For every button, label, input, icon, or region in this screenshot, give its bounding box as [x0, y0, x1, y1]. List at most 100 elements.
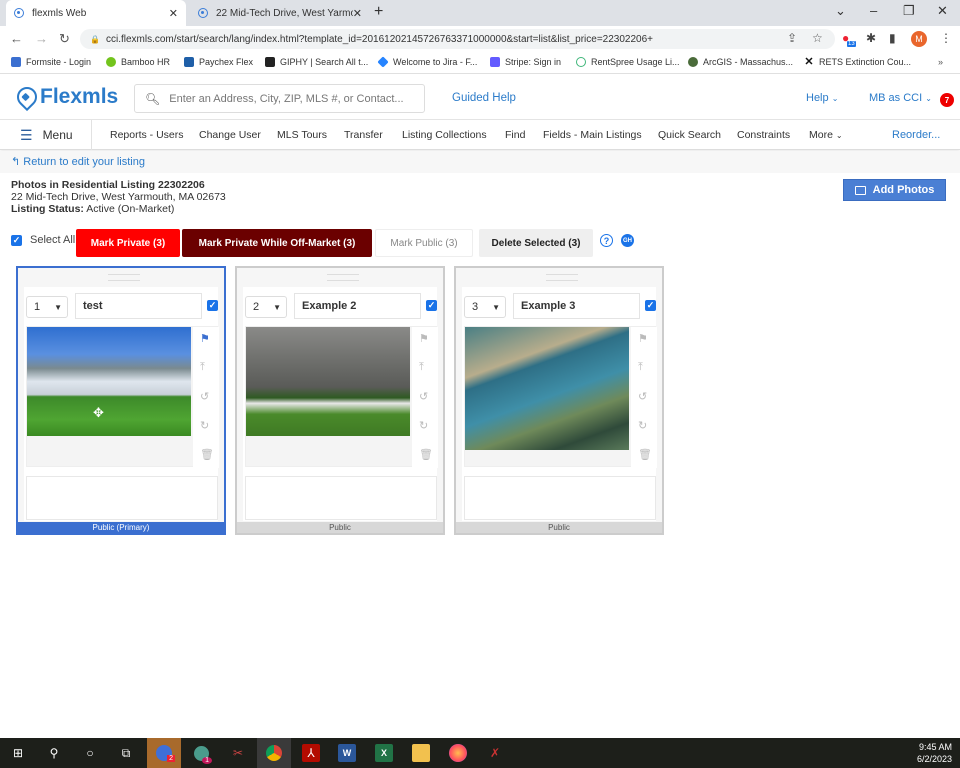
nav-fields-main-listings[interactable]: Fields - Main Listings	[543, 129, 642, 141]
upload-icon[interactable]: ⤒	[419, 361, 424, 374]
drag-handle-icon[interactable]	[327, 274, 359, 281]
flag-primary-icon[interactable]: ⚑	[200, 332, 210, 345]
user-dropdown[interactable]: MB as CCI ⌄	[869, 92, 932, 104]
new-tab-button[interactable]: +	[374, 3, 383, 21]
listing-photo[interactable]	[246, 327, 410, 436]
browser-tab-listing[interactable]: 22 Mid-Tech Drive, West Yarmouth ✕	[190, 0, 370, 26]
select-all[interactable]: ✓ Select All	[11, 234, 75, 246]
minimize-icon[interactable]: –	[870, 3, 877, 18]
rotate-left-icon[interactable]: ↺	[638, 390, 647, 403]
photo-caption-input[interactable]: Example 2	[294, 293, 421, 319]
bookmark-bamboo[interactable]: Bamboo HR	[106, 57, 170, 67]
share-icon[interactable]: ⇪	[787, 31, 797, 45]
flexmls-logo[interactable]: Flexmls	[12, 82, 118, 112]
photo-card[interactable]: 2 ▼ Example 2 ✓ ⚑ ⤒ ↺ ↻ 🗑︎ Public	[235, 266, 445, 535]
notification-badge[interactable]: 7	[940, 93, 954, 107]
task-view-icon[interactable]: ⧉	[117, 744, 135, 762]
photo-select-checkbox[interactable]: ✓	[426, 300, 437, 311]
nav-quick-search[interactable]: Quick Search	[658, 129, 721, 141]
word-icon[interactable]: W	[338, 744, 356, 762]
excel-icon[interactable]: X	[375, 744, 393, 762]
restore-icon[interactable]: ❐	[903, 3, 915, 19]
taskbar-teams[interactable]: 2	[147, 738, 181, 768]
taskbar-slack[interactable]: 1	[192, 744, 212, 764]
close-tab-icon[interactable]: ✕	[353, 7, 362, 20]
trash-icon[interactable]: 🗑︎	[638, 448, 652, 461]
rotate-left-icon[interactable]: ↺	[419, 390, 428, 403]
browser-menu-icon[interactable]: ⋮	[940, 31, 952, 45]
bookmark-rets[interactable]: ✕ RETS Extinction Cou...	[804, 57, 911, 68]
photo-order-select[interactable]: 3 ▼	[464, 296, 506, 318]
nav-more[interactable]: More ⌄	[809, 129, 843, 141]
trash-icon[interactable]: 🗑︎	[419, 448, 433, 461]
flag-primary-icon[interactable]: ⚑	[638, 332, 648, 345]
photo-description-textarea[interactable]	[245, 476, 437, 520]
help-circle-icon[interactable]: ?	[600, 234, 613, 247]
reorder-link[interactable]: Reorder...	[892, 129, 940, 141]
extensions-puzzle-icon[interactable]: ✱	[866, 31, 876, 45]
side-panel-icon[interactable]: ▮	[889, 31, 896, 45]
gh-avatar-badge[interactable]: GH	[621, 234, 634, 247]
profile-avatar[interactable]: M	[911, 31, 927, 47]
nav-constraints[interactable]: Constraints	[737, 129, 790, 141]
reload-icon[interactable]: ↻	[59, 31, 70, 47]
forward-icon[interactable]: →	[35, 31, 48, 46]
global-search-input[interactable]: 🔍︎ Enter an Address, City, ZIP, MLS #, o…	[134, 84, 425, 113]
rotate-right-icon[interactable]: ↻	[419, 419, 428, 432]
bookmark-giphy[interactable]: GIPHY | Search All t...	[265, 57, 368, 67]
more-bookmarks-button[interactable]: »	[938, 57, 943, 67]
nav-change-user[interactable]: Change User	[199, 129, 261, 141]
taskbar-search-icon[interactable]: ⚲	[45, 744, 63, 762]
bookmark-arcgis[interactable]: ArcGIS - Massachus...	[688, 57, 793, 67]
remote-app-icon[interactable]: ✗	[486, 744, 504, 762]
photo-card[interactable]: 3 ▼ Example 3 ✓ ⚑ ⤒ ↺ ↻ 🗑︎ Public	[454, 266, 664, 535]
tab-search-chevron-icon[interactable]: ⌄	[835, 3, 846, 19]
menu-button[interactable]: ☰ Menu	[0, 120, 92, 150]
mark-private-off-market-button[interactable]: Mark Private While Off-Market (3)	[182, 229, 372, 257]
address-bar[interactable]: 🔒 cci.flexmls.com/start/search/lang/inde…	[80, 29, 835, 49]
upload-icon[interactable]: ⤒	[200, 361, 205, 374]
nav-reports-users[interactable]: Reports - Users	[110, 129, 184, 141]
browser-tab-flexmls[interactable]: flexmls Web ✕	[6, 0, 186, 26]
photo-order-select[interactable]: 1 ▼	[26, 296, 68, 318]
help-dropdown[interactable]: Help ⌄	[806, 92, 838, 104]
drag-handle-icon[interactable]	[546, 274, 578, 281]
close-tab-icon[interactable]: ✕	[169, 7, 178, 20]
firefox-icon[interactable]	[449, 744, 467, 762]
nav-mls-tours[interactable]: MLS Tours	[277, 129, 327, 141]
windows-start-icon[interactable]: ⊞	[9, 744, 27, 762]
bookmark-paychex[interactable]: Paychex Flex	[184, 57, 253, 67]
bookmark-jira[interactable]: Welcome to Jira - F...	[377, 56, 477, 68]
flag-primary-icon[interactable]: ⚑	[419, 332, 429, 345]
trash-icon[interactable]: 🗑︎	[200, 448, 214, 461]
bookmark-formsite[interactable]: Formsite - Login	[11, 57, 91, 67]
close-window-icon[interactable]: ✕	[937, 3, 948, 19]
rotate-right-icon[interactable]: ↻	[638, 419, 647, 432]
acrobat-icon[interactable]: ⅄	[302, 744, 320, 762]
bookmark-stripe[interactable]: Stripe: Sign in	[490, 57, 561, 67]
nav-listing-collections[interactable]: Listing Collections	[402, 129, 487, 141]
photo-card[interactable]: 1 ▼ test ✓ ✥ ⚑ ⤒ ↺ ↻ 🗑︎ Public (Primary)	[16, 266, 226, 535]
nav-transfer[interactable]: Transfer	[344, 129, 383, 141]
rotate-left-icon[interactable]: ↺	[200, 390, 209, 403]
select-all-checkbox[interactable]: ✓	[11, 234, 22, 246]
photo-select-checkbox[interactable]: ✓	[207, 300, 218, 311]
photo-description-textarea[interactable]	[26, 476, 218, 520]
photo-order-select[interactable]: 2 ▼	[245, 296, 287, 318]
snipping-tool-icon[interactable]: ✂	[229, 744, 247, 762]
file-explorer-icon[interactable]	[412, 744, 430, 762]
upload-icon[interactable]: ⤒	[638, 361, 643, 374]
taskbar-chrome[interactable]	[257, 738, 291, 768]
cortana-icon[interactable]: ○	[81, 744, 99, 762]
listing-photo[interactable]: ✥	[27, 327, 191, 436]
add-photos-button[interactable]: Add Photos	[843, 179, 946, 201]
nav-find[interactable]: Find	[505, 129, 525, 141]
listing-photo[interactable]	[465, 327, 629, 450]
rotate-right-icon[interactable]: ↻	[200, 419, 209, 432]
bookmark-star-icon[interactable]: ☆	[812, 31, 823, 45]
mark-public-button[interactable]: Mark Public (3)	[375, 229, 473, 257]
photo-caption-input[interactable]: test	[75, 293, 202, 319]
delete-selected-button[interactable]: Delete Selected (3)	[479, 229, 593, 257]
photo-caption-input[interactable]: Example 3	[513, 293, 640, 319]
back-icon[interactable]: ←	[10, 31, 23, 46]
